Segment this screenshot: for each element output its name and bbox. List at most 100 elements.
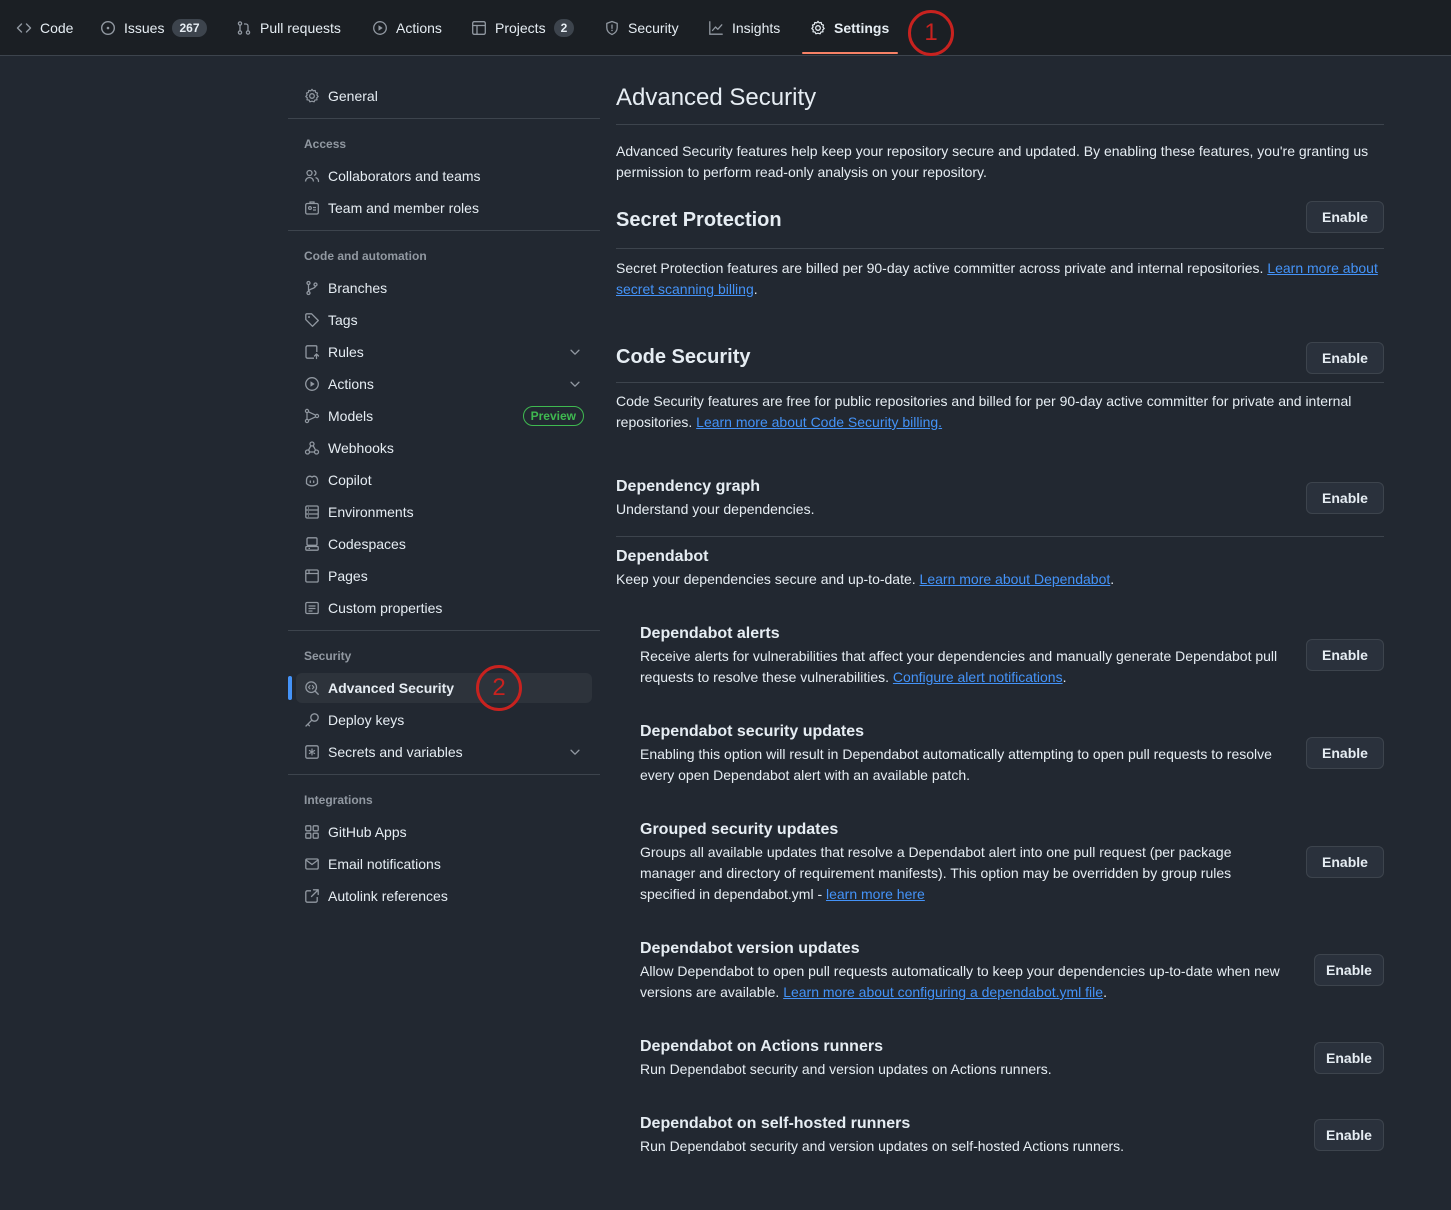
- graph-icon: [709, 21, 723, 35]
- enable-dependency-graph-button[interactable]: Enable: [1306, 482, 1384, 514]
- sidebar-item-deploy-keys[interactable]: Deploy keys: [296, 705, 592, 735]
- sidebar-item-general[interactable]: General: [296, 81, 592, 111]
- sidebar-item-team-roles[interactable]: Team and member roles: [296, 193, 592, 223]
- enable-grouped-updates-button[interactable]: Enable: [1306, 846, 1384, 878]
- self-hosted-runners-text: Run Dependabot security and version upda…: [640, 1138, 1125, 1154]
- sidebar-item-label: Codespaces: [328, 536, 406, 552]
- configure-alert-notifications-link[interactable]: Configure alert notifications: [893, 669, 1063, 685]
- sidebar-item-tags[interactable]: Tags: [296, 305, 592, 335]
- codescan-icon: [305, 681, 319, 695]
- configure-dependabot-yml-link[interactable]: Learn more about configuring a dependabo…: [783, 984, 1103, 1000]
- code-security-billing-link[interactable]: Learn more about Code Security billing.: [696, 414, 942, 430]
- enable-actions-runners-button[interactable]: Enable: [1314, 1042, 1384, 1074]
- sidebar-item-label: Environments: [328, 504, 414, 520]
- models-icon: [304, 408, 320, 424]
- tab-label: Insights: [732, 20, 781, 36]
- divider: [616, 124, 1384, 125]
- text: .: [1110, 571, 1115, 587]
- tab-insights[interactable]: Insights: [708, 0, 780, 56]
- sidebar-item-codespaces[interactable]: Codespaces: [296, 529, 592, 559]
- sidebar-item-copilot[interactable]: Copilot: [296, 465, 592, 495]
- chevron-down-icon[interactable]: [568, 745, 582, 759]
- tab-pull-requests[interactable]: Pull requests: [236, 0, 341, 56]
- tab-settings[interactable]: Settings: [810, 0, 889, 56]
- codespaces-icon: [305, 537, 319, 551]
- sidebar-item-label: Actions: [328, 376, 374, 392]
- sidebar-item-advanced-security[interactable]: Advanced Security: [296, 673, 592, 703]
- text: .: [753, 281, 758, 297]
- repo-nav: Code Issues 267 Pull requests Actions Pr…: [0, 0, 1451, 56]
- tab-label: Pull requests: [260, 20, 341, 36]
- sidebar-item-collaborators[interactable]: Collaborators and teams: [296, 161, 592, 191]
- tab-issues[interactable]: Issues 267: [100, 0, 207, 56]
- chevron-down-icon[interactable]: [568, 345, 582, 359]
- link-external-icon: [305, 889, 319, 903]
- dependabot-text: Keep your dependencies secure and up-to-…: [616, 569, 1114, 590]
- sidebar-item-autolink-references[interactable]: Autolink references: [296, 881, 592, 911]
- page-title: Advanced Security: [616, 84, 817, 111]
- feature-title-version-updates: Dependabot version updates: [640, 940, 860, 957]
- text: Secret Protection features are billed pe…: [616, 260, 1268, 276]
- sidebar-item-label: Custom properties: [328, 600, 443, 616]
- sidebar-item-label: Advanced Security: [328, 680, 455, 696]
- tab-label: Actions: [396, 20, 442, 36]
- id-badge-icon: [305, 201, 319, 215]
- enable-version-updates-button[interactable]: Enable: [1314, 954, 1384, 986]
- key-icon: [305, 713, 319, 727]
- issue-icon: [100, 20, 116, 36]
- active-tab-underline: [802, 52, 898, 54]
- sidebar-item-label: Webhooks: [328, 440, 394, 456]
- tab-projects[interactable]: Projects 2: [471, 0, 575, 56]
- enable-dependabot-alerts-button[interactable]: Enable: [1306, 639, 1384, 671]
- sidebar-item-models[interactable]: Models Preview: [296, 401, 592, 431]
- tab-actions[interactable]: Actions: [372, 0, 442, 56]
- intro-text: Advanced Security features help keep you…: [616, 143, 1369, 180]
- sidebar-item-rules[interactable]: Rules: [296, 337, 592, 367]
- chevron-down-icon[interactable]: [568, 377, 582, 391]
- sidebar-item-email-notifications[interactable]: Email notifications: [296, 849, 592, 879]
- sidebar-item-label: Autolink references: [328, 888, 448, 904]
- tab-label: Issues: [124, 20, 165, 36]
- sidebar-heading-access: Access: [304, 137, 347, 151]
- text: Groups all available updates that resolv…: [640, 844, 1232, 902]
- apps-icon: [305, 825, 319, 839]
- grouped-updates-text: Groups all available updates that resolv…: [640, 842, 1276, 905]
- enable-security-updates-button[interactable]: Enable: [1306, 737, 1384, 769]
- tab-code[interactable]: Code: [16, 0, 73, 56]
- enable-code-security-button[interactable]: Enable: [1306, 342, 1384, 374]
- sidebar-item-pages[interactable]: Pages: [296, 561, 592, 591]
- sidebar-item-environments[interactable]: Environments: [296, 497, 592, 527]
- branch-icon: [306, 280, 318, 296]
- sidebar-item-label: Rules: [328, 344, 364, 360]
- dependency-graph-text: Understand your dependencies.: [616, 501, 815, 517]
- sidebar-item-custom-properties[interactable]: Custom properties: [296, 593, 592, 623]
- feature-title-dependabot-alerts: Dependabot alerts: [640, 625, 780, 642]
- dependabot-learn-more-link[interactable]: Learn more about Dependabot: [920, 571, 1111, 587]
- tab-label: Settings: [834, 20, 890, 36]
- enable-secret-protection-button[interactable]: Enable: [1306, 201, 1384, 233]
- sidebar-item-actions[interactable]: Actions: [296, 369, 592, 399]
- divider: [616, 536, 1384, 537]
- sidebar-item-branches[interactable]: Branches: [296, 273, 592, 303]
- sidebar-item-label: Branches: [328, 280, 388, 296]
- sidebar-item-label: Team and member roles: [328, 200, 479, 216]
- sidebar-item-label: Copilot: [328, 472, 372, 488]
- sidebar-item-label: Pages: [328, 568, 368, 584]
- sidebar-item-label: Models: [328, 408, 374, 424]
- sidebar-item-github-apps[interactable]: GitHub Apps: [296, 817, 592, 847]
- enable-self-hosted-runners-button[interactable]: Enable: [1314, 1119, 1384, 1151]
- tab-label: Code: [40, 20, 74, 36]
- actions-runners-text: Run Dependabot security and version upda…: [640, 1061, 1052, 1077]
- browser-icon: [305, 569, 319, 583]
- sidebar-item-secrets-variables[interactable]: Secrets and variables: [296, 737, 592, 767]
- play-icon: [373, 21, 387, 35]
- sidebar-item-webhooks[interactable]: Webhooks: [296, 433, 592, 463]
- dependabot-alerts-text: Receive alerts for vulnerabilities that …: [640, 646, 1288, 688]
- annotation-marker-1: 1: [908, 10, 954, 56]
- sidebar-item-label: Deploy keys: [328, 712, 405, 728]
- sidebar-item-label: Email notifications: [328, 856, 441, 872]
- grouped-learn-more-link[interactable]: learn more here: [826, 886, 925, 902]
- code-security-text: Code Security features are free for publ…: [616, 391, 1384, 433]
- tab-security[interactable]: Security: [604, 0, 679, 56]
- tag-icon: [305, 313, 319, 327]
